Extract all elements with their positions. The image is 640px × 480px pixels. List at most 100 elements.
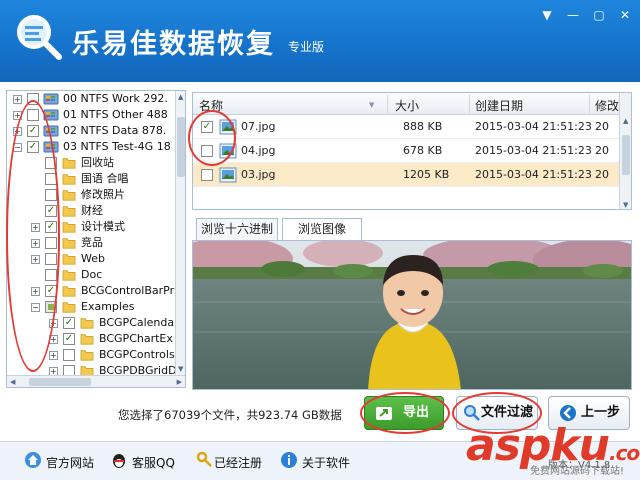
official-site-link[interactable]: 官方网站: [46, 454, 94, 471]
tree-row[interactable]: + BCGPDBGridD: [7, 363, 177, 375]
tree-row[interactable]: ✓ 财经: [7, 203, 177, 219]
file-checkbox[interactable]: [201, 169, 213, 181]
drive-icon: [43, 93, 59, 105]
tree-horizontal-scrollbar[interactable]: ◀ ▶: [7, 375, 185, 387]
expand-toggle-icon[interactable]: +: [31, 255, 40, 264]
tree-row[interactable]: 修改照片: [7, 187, 177, 203]
tree-item-label: BCGControlBarPr: [81, 284, 175, 297]
tree-checkbox[interactable]: ✓: [27, 125, 39, 137]
expand-toggle-icon[interactable]: +: [13, 95, 22, 104]
scroll-up-arrow-icon[interactable]: ▲: [623, 117, 628, 125]
tree-row[interactable]: + ✓ BCGPCalenda: [7, 315, 177, 331]
column-header-size[interactable]: 大小: [395, 97, 419, 114]
scroll-left-arrow-icon[interactable]: ◀: [10, 378, 15, 386]
expand-toggle-icon[interactable]: +: [13, 127, 22, 136]
folder-icon: [62, 238, 76, 249]
tab-image-view[interactable]: 浏览图像: [282, 218, 362, 241]
tree-row[interactable]: + ✓ BCGPChartEx: [7, 331, 177, 347]
maximize-button[interactable]: ▢: [586, 4, 612, 26]
scroll-right-arrow-icon[interactable]: ▶: [177, 378, 182, 386]
tree-checkbox[interactable]: [45, 157, 57, 169]
tree-item-label: 设计模式: [81, 220, 125, 233]
tree-vertical-scrollbar[interactable]: ▲ ▼: [175, 91, 185, 375]
scroll-down-arrow-icon[interactable]: ▼: [178, 365, 183, 373]
tree-checkbox[interactable]: [45, 301, 57, 313]
file-row[interactable]: 04.jpg 678 KB 2015-03-04 21:51:23 20: [193, 139, 623, 163]
file-checkbox[interactable]: ✓: [201, 121, 213, 133]
tree-checkbox[interactable]: [63, 365, 75, 375]
tree-checkbox[interactable]: [27, 109, 39, 121]
tree-row[interactable]: +00 NTFS Work 292.: [7, 91, 177, 107]
export-icon: [376, 407, 392, 420]
tree-checkbox[interactable]: [63, 349, 75, 361]
expand-toggle-icon[interactable]: +: [31, 223, 40, 232]
file-checkbox[interactable]: [201, 145, 213, 157]
expand-toggle-icon[interactable]: +: [31, 239, 40, 248]
tree-checkbox[interactable]: [45, 189, 57, 201]
file-row[interactable]: ✓ 07.jpg 888 KB 2015-03-04 21:51:23 20: [193, 115, 623, 139]
app-title: 乐易佳数据恢复: [72, 29, 275, 60]
tree-row[interactable]: +01 NTFS Other 488: [7, 107, 177, 123]
tree-checkbox[interactable]: ✓: [63, 333, 75, 345]
folder-icon: [62, 158, 76, 169]
expand-toggle-icon[interactable]: +: [49, 351, 58, 360]
tree-checkbox[interactable]: ✓: [63, 317, 75, 329]
tree-hscroll-thumb[interactable]: [29, 378, 91, 386]
scroll-down-arrow-icon[interactable]: ▼: [623, 201, 628, 209]
file-list-scrollbar[interactable]: ▲ ▼: [619, 93, 631, 209]
tree-row[interactable]: Doc: [7, 267, 177, 283]
tree-checkbox[interactable]: ✓: [45, 205, 57, 217]
export-button[interactable]: 导出: [364, 396, 444, 430]
tree-row[interactable]: + ✓ 02 NTFS Data 878.: [7, 123, 177, 139]
tree-row[interactable]: 国语 合唱: [7, 171, 177, 187]
tree-checkbox[interactable]: ✓: [45, 221, 57, 233]
tree-item-label: BCGPDBGridD: [99, 364, 177, 375]
tree-row[interactable]: − ✓ 03 NTFS Test-4G 18: [7, 139, 177, 155]
tree-row[interactable]: + ✓ 设计模式: [7, 219, 177, 235]
folder-icon: [62, 270, 76, 281]
tree-checkbox[interactable]: [45, 173, 57, 185]
registered-link[interactable]: 已经注册: [214, 454, 262, 471]
menu-dropdown-button[interactable]: ▼: [534, 4, 560, 26]
file-row[interactable]: 03.jpg 1205 KB 2015-03-04 21:51:23 20: [193, 163, 623, 187]
file-size: 678 KB: [403, 144, 443, 157]
about-link[interactable]: 关于软件: [302, 454, 350, 471]
tree-row[interactable]: + Web: [7, 251, 177, 267]
support-qq-link[interactable]: 客服QQ: [132, 454, 175, 471]
scroll-up-arrow-icon[interactable]: ▲: [178, 93, 183, 101]
tree-row[interactable]: − Examples: [7, 299, 177, 315]
tree-item-label: 修改照片: [81, 188, 125, 201]
tree-row[interactable]: + ✓ BCGControlBarPr: [7, 283, 177, 299]
column-header-modified[interactable]: 修改: [595, 97, 619, 114]
file-list[interactable]: 名称 ▼ 大小 创建日期 修改 ✓ 07.jpg 888 KB 2015-03-04 …: [192, 92, 632, 210]
directory-tree[interactable]: +00 NTFS Work 292. +01 NTFS Other 488 + ✓ 02…: [6, 90, 186, 388]
minimize-button[interactable]: —: [560, 4, 586, 26]
expand-toggle-icon[interactable]: +: [13, 111, 22, 120]
tree-row[interactable]: + BCGPControls: [7, 347, 177, 363]
tree-checkbox[interactable]: [45, 237, 57, 249]
collapse-toggle-icon[interactable]: −: [31, 303, 40, 312]
tab-hex-view[interactable]: 浏览十六进制: [196, 218, 278, 240]
folder-icon: [80, 350, 94, 361]
folder-icon: [62, 206, 76, 217]
expand-toggle-icon[interactable]: +: [49, 319, 58, 328]
collapse-toggle-icon[interactable]: −: [13, 143, 22, 152]
close-button[interactable]: ✕: [612, 4, 638, 26]
expand-toggle-icon[interactable]: +: [49, 335, 58, 344]
tree-checkbox[interactable]: ✓: [27, 141, 39, 153]
tree-row[interactable]: + 竞品: [7, 235, 177, 251]
expand-toggle-icon[interactable]: +: [31, 287, 40, 296]
expand-toggle-icon[interactable]: +: [49, 367, 58, 375]
tree-row[interactable]: 回收站: [7, 155, 177, 171]
tree-checkbox[interactable]: [27, 93, 39, 105]
tree-item-label: 竞品: [81, 236, 103, 249]
tree-checkbox[interactable]: [45, 269, 57, 281]
column-header-created[interactable]: 创建日期: [475, 97, 523, 114]
tree-item-label: 国语 合唱: [81, 172, 129, 185]
tree-scroll-thumb[interactable]: [177, 117, 185, 177]
column-divider: [469, 95, 470, 113]
file-scroll-thumb[interactable]: [622, 135, 630, 175]
tree-checkbox[interactable]: [45, 253, 57, 265]
column-header-name[interactable]: 名称: [199, 97, 223, 114]
tree-checkbox[interactable]: ✓: [45, 285, 57, 297]
